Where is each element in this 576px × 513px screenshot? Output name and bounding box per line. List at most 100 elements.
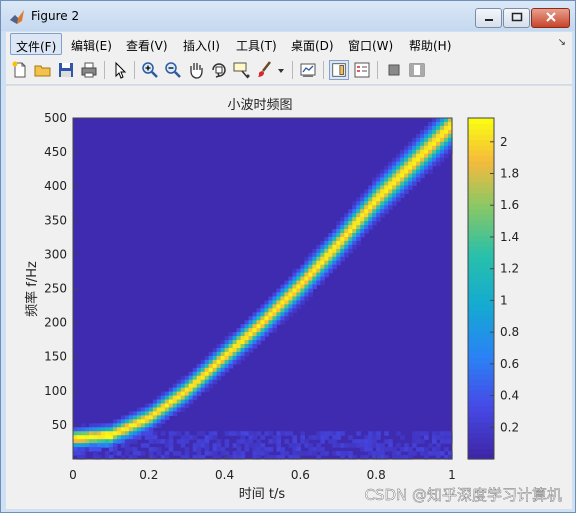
heatmap-cell <box>124 439 130 444</box>
heatmap-cell <box>320 252 325 258</box>
heatmap-cell <box>288 300 294 305</box>
menu-edit[interactable]: 编辑(E) <box>66 33 117 55</box>
heatmap-cell <box>288 431 294 436</box>
edit-plot-arrow-icon[interactable] <box>110 60 130 80</box>
heatmap-cell <box>280 447 286 452</box>
heatmap-cell <box>384 173 389 179</box>
brush-icon[interactable] <box>255 60 275 80</box>
heatmap-image[interactable] <box>73 118 453 460</box>
heatmap-cell <box>292 451 298 456</box>
heatmap-cell <box>348 213 353 218</box>
colorbar[interactable] <box>467 117 495 460</box>
heatmap-cell <box>384 447 389 452</box>
heatmap-cell <box>408 181 413 187</box>
heatmap-cell <box>80 427 86 432</box>
heatmap-cell <box>88 439 94 444</box>
heatmap-cell <box>340 244 345 250</box>
show-plot-tools-icon[interactable] <box>407 60 427 80</box>
heatmap-cell <box>256 336 262 341</box>
menu-tools[interactable]: 工具(T) <box>231 33 282 55</box>
zoom-out-icon[interactable] <box>163 60 183 80</box>
heatmap-cell <box>328 256 333 262</box>
heatmap-cell <box>432 137 437 143</box>
heatmap-cell <box>352 213 357 218</box>
heatmap-cell <box>408 161 413 167</box>
open-file-icon[interactable] <box>33 60 53 80</box>
heatmap-cell <box>228 355 234 361</box>
menu-insert[interactable]: 插入(I) <box>178 33 225 55</box>
heatmap-cell <box>344 443 349 448</box>
heatmap-cell <box>188 435 194 440</box>
heatmap-cell <box>376 435 381 440</box>
legend-toggle-icon[interactable] <box>352 60 372 80</box>
colorbar-segment <box>468 118 494 124</box>
heatmap-cell <box>136 415 142 420</box>
heatmap-cell <box>208 383 214 389</box>
heatmap-cell <box>140 451 146 456</box>
heatmap-cell <box>424 153 429 159</box>
menu-help[interactable]: 帮助(H) <box>404 33 456 55</box>
link-plot-icon[interactable] <box>298 60 318 80</box>
dropdown-arrow-icon[interactable] <box>276 60 286 80</box>
heatmap-cell <box>136 427 142 432</box>
heatmap-cell <box>200 375 206 381</box>
close-button[interactable] <box>531 8 570 28</box>
data-cursor-icon[interactable] <box>232 60 252 80</box>
heatmap-cell <box>276 443 282 448</box>
heatmap-cell <box>76 451 82 456</box>
title-bar[interactable]: Figure 2 <box>1 1 575 31</box>
menu-window[interactable]: 窗口(W) <box>343 33 398 55</box>
colorbar-tick-label: 0.8 <box>500 325 519 339</box>
heatmap-cell <box>256 340 262 345</box>
menu-view[interactable]: 查看(V) <box>121 33 173 55</box>
heatmap-cell <box>216 443 222 448</box>
heatmap-cell <box>152 447 158 452</box>
menu-file[interactable]: 文件(F) <box>10 33 63 55</box>
heatmap-cell <box>232 443 238 448</box>
heatmap-cell <box>228 336 234 341</box>
heatmap-cell <box>296 288 301 294</box>
heatmap-cell <box>288 288 294 294</box>
heatmap-cell <box>344 221 349 226</box>
pan-hand-icon[interactable] <box>186 60 206 80</box>
menu-overflow-icon[interactable]: ↘ <box>558 37 566 48</box>
heatmap-cell <box>176 439 182 444</box>
heatmap-cell <box>88 447 94 452</box>
heatmap-cell <box>160 407 166 413</box>
hide-plot-tools-icon[interactable] <box>384 60 404 80</box>
heatmap-cell <box>164 411 170 416</box>
plot-svg: 小波时频图 0 0.2 0.4 0.6 0.8 1 50 100 150 200 250 300 35… <box>24 98 562 504</box>
heatmap-cell <box>308 268 313 274</box>
heatmap-cell <box>240 344 246 349</box>
heatmap-cell <box>396 443 401 448</box>
heatmap-cell <box>360 205 365 210</box>
rotate-3d-icon[interactable] <box>209 60 229 80</box>
y-tick-label: 400 <box>44 179 67 193</box>
colorbar-segment <box>468 171 494 178</box>
colorbar-tick-label: 1 <box>500 293 508 307</box>
heatmap-cell <box>320 431 325 436</box>
print-icon[interactable] <box>79 60 99 80</box>
heatmap-cell <box>252 312 258 317</box>
minimize-button[interactable] <box>475 8 502 28</box>
heatmap-cell <box>316 252 321 258</box>
heatmap-cell <box>388 173 393 179</box>
heatmap-cell <box>372 217 377 222</box>
heatmap-cell <box>344 248 349 254</box>
heatmap-cell <box>380 173 385 179</box>
heatmap-cell <box>92 451 98 456</box>
zoom-in-icon[interactable] <box>140 60 160 80</box>
heatmap-cell <box>260 336 266 341</box>
heatmap-cell <box>164 439 170 444</box>
heatmap-cell <box>340 217 345 222</box>
maximize-button[interactable] <box>503 8 530 28</box>
heatmap-cell <box>140 415 146 420</box>
colorbar-toggle-icon[interactable] <box>329 60 349 80</box>
colorbar-segment <box>468 336 494 343</box>
colorbar-tick-label: 1.8 <box>500 167 519 181</box>
new-figure-icon[interactable] <box>10 60 30 80</box>
heatmap-cell <box>212 371 218 377</box>
menu-desktop[interactable]: 桌面(D) <box>286 33 339 55</box>
save-icon[interactable] <box>56 60 76 80</box>
heatmap-cell <box>412 165 417 171</box>
